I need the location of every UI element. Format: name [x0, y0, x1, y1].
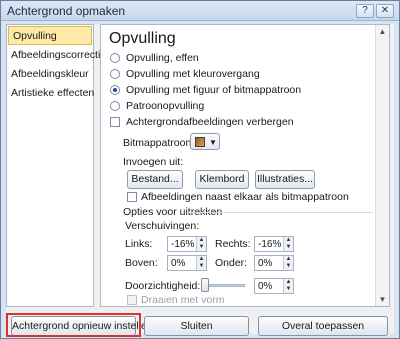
offset-bottom-label: Onder:	[215, 257, 248, 269]
texture-icon	[195, 137, 205, 147]
nav-item-picture-corrections[interactable]: Afbeeldingscorrecties	[7, 46, 111, 65]
nav-item-artistic-effects[interactable]: Artistieke effecten	[7, 84, 94, 103]
insert-file-button[interactable]: Bestand...	[127, 170, 183, 189]
offset-right-label: Rechts:	[215, 238, 251, 250]
offset-top-label: Boven:	[125, 257, 158, 269]
radio-pattern-fill-label[interactable]: Patroonopvulling	[126, 100, 204, 112]
spin-up-icon[interactable]: ▲	[196, 237, 206, 244]
dialog-body: Opvulling Afbeeldingscorrecties Afbeeldi…	[6, 24, 394, 336]
rotate-with-shape-label[interactable]: Draaien met vorm	[141, 294, 224, 306]
insert-clipart-button[interactable]: Illustraties...	[255, 170, 315, 189]
bitmap-pattern-dropdown[interactable]: ▼	[190, 133, 220, 150]
category-nav: Opvulling Afbeeldingscorrecties Afbeeldi…	[6, 24, 111, 307]
radio-picture-fill-label[interactable]: Opvulling met figuur of bitmappatroon	[126, 84, 301, 96]
offset-left-label: Links:	[125, 238, 153, 250]
offset-left-spinner[interactable]: -16% ▲ ▼	[167, 236, 207, 252]
transparency-label: Doorzichtigheid:	[125, 280, 201, 292]
offset-bottom-spinner[interactable]: 0% ▲ ▼	[254, 255, 294, 271]
nav-item-picture-color[interactable]: Afbeeldingskleur	[7, 65, 93, 84]
spin-down-icon[interactable]: ▼	[283, 286, 293, 293]
radio-gradient-fill[interactable]	[110, 69, 120, 79]
transparency-spinner[interactable]: 0% ▲ ▼	[254, 278, 294, 294]
transparency-value: 0%	[258, 281, 273, 292]
radio-gradient-fill-label[interactable]: Opvulling met kleurovergang	[126, 68, 260, 80]
chevron-down-icon: ▼	[209, 138, 217, 147]
offset-bottom-value: 0%	[258, 258, 273, 269]
spin-up-icon[interactable]: ▲	[283, 279, 293, 286]
spin-up-icon[interactable]: ▲	[196, 256, 206, 263]
offset-right-spinner[interactable]: -16% ▲ ▼	[254, 236, 294, 252]
tile-picture-label[interactable]: Afbeeldingen naast elkaar als bitmappatr…	[141, 191, 349, 203]
offset-left-value: -16%	[171, 239, 195, 250]
close-button[interactable]: Sluiten	[144, 316, 249, 336]
reset-button-highlight	[6, 313, 141, 337]
offset-right-value: -16%	[258, 239, 282, 250]
panel-title: Opvulling	[109, 30, 176, 47]
spin-down-icon[interactable]: ▼	[196, 244, 206, 251]
offset-top-value: 0%	[171, 258, 186, 269]
insert-from-label: Invoegen uit:	[123, 156, 184, 168]
offsets-label: Verschuivingen:	[125, 220, 200, 232]
panel-scrollbar[interactable]: ▲ ▼	[375, 25, 389, 306]
spin-up-icon[interactable]: ▲	[283, 256, 293, 263]
window-title: Achtergrond opmaken	[7, 4, 126, 18]
stretch-options-divider	[187, 212, 373, 213]
hide-background-checkbox[interactable]	[110, 117, 120, 127]
radio-picture-fill[interactable]	[110, 85, 120, 95]
close-icon[interactable]: ✕	[376, 4, 394, 18]
apply-to-all-button[interactable]: Overal toepassen	[258, 316, 388, 336]
offset-top-spinner[interactable]: 0% ▲ ▼	[167, 255, 207, 271]
fill-panel: Opvulling Opvulling, effen Opvulling met…	[100, 24, 390, 307]
spin-down-icon[interactable]: ▼	[283, 244, 293, 251]
rotate-with-shape-checkbox[interactable]	[127, 295, 137, 305]
scroll-down-icon[interactable]: ▼	[376, 293, 389, 306]
scroll-up-icon[interactable]: ▲	[376, 25, 389, 38]
nav-item-fill[interactable]: Opvulling	[8, 26, 92, 45]
insert-clipboard-button[interactable]: Klembord	[195, 170, 249, 189]
format-background-dialog: Achtergrond opmaken ? ✕ Opvulling Afbeel…	[0, 0, 400, 339]
spin-down-icon[interactable]: ▼	[283, 263, 293, 270]
radio-pattern-fill[interactable]	[110, 101, 120, 111]
radio-solid-fill-label[interactable]: Opvulling, effen	[126, 52, 199, 64]
radio-solid-fill[interactable]	[110, 53, 120, 63]
tile-picture-checkbox[interactable]	[127, 192, 137, 202]
spin-down-icon[interactable]: ▼	[196, 263, 206, 270]
spin-up-icon[interactable]: ▲	[283, 237, 293, 244]
title-bar: Achtergrond opmaken ? ✕	[1, 1, 399, 21]
transparency-slider-thumb[interactable]	[201, 278, 209, 292]
help-icon[interactable]: ?	[356, 4, 374, 18]
hide-background-label[interactable]: Achtergrondafbeeldingen verbergen	[126, 116, 294, 128]
bitmap-pattern-label: Bitmappatroon:	[123, 137, 195, 149]
